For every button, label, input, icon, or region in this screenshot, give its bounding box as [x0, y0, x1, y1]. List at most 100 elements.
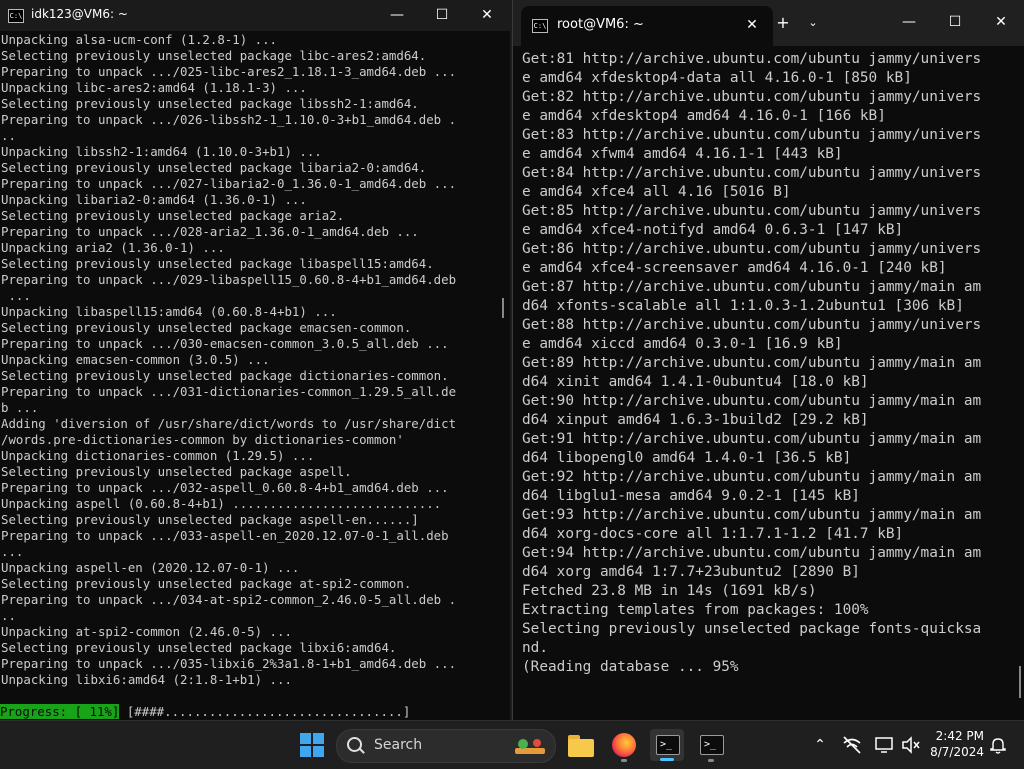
right-terminal-output[interactable]: Get:81 http://archive.ubuntu.com/ubuntu …	[513, 46, 1013, 716]
left-console-window[interactable]: C:\ idk123@VM6: ~ — ☐ ✕ Unpacking alsa-u…	[0, 0, 510, 720]
right-title-bar[interactable]: C:\ root@VM6: ~ ✕ + ⌄ — ☐ ✕	[513, 0, 1024, 46]
terminal-line: Get:88 http://archive.ubuntu.com/ubuntu …	[522, 317, 982, 333]
console-line: Selecting previously unselected package …	[1, 320, 412, 335]
system-clock[interactable]: 2:42 PM 8/7/2024	[928, 728, 984, 760]
terminal-line: Get:84 http://archive.ubuntu.com/ubuntu …	[522, 165, 982, 181]
console-line: Unpacking libaspell15:amd64 (0.60.8-4+b1…	[1, 304, 337, 319]
right-terminal-window[interactable]: C:\ root@VM6: ~ ✕ + ⌄ — ☐ ✕ Get:81 http:…	[512, 0, 1024, 720]
terminal-line: (Reading database ... 95%	[522, 659, 739, 675]
console-line: Unpacking libaria2-0:amd64 (1.36.0-1) ..…	[1, 192, 307, 207]
start-icon[interactable]	[300, 733, 324, 757]
terminal-line: e amd64 xiccd amd64 0.3.0-1 [16.9 kB]	[522, 336, 843, 352]
maximize-button[interactable]: ☐	[932, 2, 978, 42]
terminal-line: e amd64 xfwm4 amd64 4.16.1-1 [443 kB]	[522, 146, 843, 162]
console-line: Unpacking libc-ares2:amd64 (1.18.1-3) ..…	[1, 80, 307, 95]
console-line: Selecting previously unselected package …	[1, 512, 419, 527]
console-line: Preparing to unpack .../033-aspell-en_20…	[1, 528, 449, 543]
terminal-line: Get:90 http://archive.ubuntu.com/ubuntu …	[522, 393, 982, 409]
left-scrollbar[interactable]	[500, 31, 510, 720]
terminal-line: d64 libglu1-mesa amd64 9.0.2-1 [145 kB]	[522, 488, 860, 504]
maximize-button[interactable]: ☐	[419, 0, 465, 31]
start-icon-square	[313, 746, 324, 757]
console-line: b ...	[1, 400, 39, 415]
console-line: Unpacking at-spi2-common (2.46.0-5) ...	[1, 624, 292, 639]
right-scrollbar-thumb[interactable]	[1019, 666, 1021, 698]
console-line: Preparing to unpack .../029-libaspell15_…	[1, 272, 457, 287]
folder-body	[568, 739, 594, 757]
console-line: Selecting previously unselected package …	[1, 96, 419, 111]
minimize-button[interactable]: —	[886, 2, 932, 42]
terminal-line: Get:82 http://archive.ubuntu.com/ubuntu …	[522, 89, 982, 105]
close-button[interactable]: ✕	[978, 2, 1024, 42]
console-line: Selecting previously unselected package …	[1, 160, 427, 175]
file-explorer-icon[interactable]	[564, 729, 598, 761]
progress-bar-text: [####................................]	[119, 704, 411, 719]
left-scrollbar-thumb[interactable]	[502, 298, 504, 318]
terminal-glyph: >_	[656, 735, 680, 755]
left-window-title: idk123@VM6: ~	[31, 7, 128, 21]
terminal-icon[interactable]: >_	[694, 729, 728, 762]
start-icon-square	[300, 746, 311, 757]
terminal-line: Get:81 http://archive.ubuntu.com/ubuntu …	[522, 51, 982, 67]
terminal-line: Get:87 http://archive.ubuntu.com/ubuntu …	[522, 279, 982, 295]
terminal-line: Get:83 http://archive.ubuntu.com/ubuntu …	[522, 127, 982, 143]
display-icon[interactable]	[870, 731, 898, 759]
right-output-lines: Get:81 http://archive.ubuntu.com/ubuntu …	[522, 50, 981, 677]
taskbar: Search >_ >_ ⌃ 2:42 PM 8/7/2024	[0, 720, 1024, 769]
new-tab-button[interactable]: +	[775, 10, 791, 36]
console-line: Preparing to unpack .../031-dictionaries…	[1, 384, 457, 399]
console-line: Preparing to unpack .../027-libaria2-0_1…	[1, 176, 457, 191]
running-indicator	[621, 759, 627, 762]
progress-label: Progress: [ 11%]	[0, 704, 120, 719]
terminal-line: Get:86 http://archive.ubuntu.com/ubuntu …	[522, 241, 982, 257]
console-line: Preparing to unpack .../035-libxi6_2%3a1…	[1, 656, 457, 671]
console-line: Preparing to unpack .../026-libssh2-1_1.…	[1, 112, 457, 127]
console-line: Selecting previously unselected package …	[1, 48, 427, 63]
left-title-bar[interactable]: C:\ idk123@VM6: ~ — ☐ ✕	[0, 0, 510, 31]
console-line: Preparing to unpack .../034-at-spi2-comm…	[1, 592, 457, 607]
terminal-line: Get:94 http://archive.ubuntu.com/ubuntu …	[522, 545, 982, 561]
terminal-line: nd.	[522, 640, 548, 656]
console-line: Selecting previously unselected package …	[1, 640, 397, 655]
search-highlight-icon	[515, 739, 545, 754]
search-placeholder: Search	[374, 737, 423, 753]
console-line: Unpacking emacsen-common (3.0.5) ...	[1, 352, 270, 367]
active-indicator	[660, 758, 674, 761]
terminal-line: d64 libopengl0 amd64 1.4.0-1 [36.5 kB]	[522, 450, 852, 466]
terminal-line: e amd64 xfdesktop4-data all 4.16.0-1 [85…	[522, 70, 912, 86]
left-console-output[interactable]: Unpacking alsa-ucm-conf (1.2.8-1) ... Sel…	[0, 31, 500, 720]
tab-close-icon[interactable]: ✕	[741, 14, 763, 36]
close-button[interactable]: ✕	[464, 0, 510, 31]
taskbar-search-box[interactable]: Search	[336, 729, 556, 763]
chevron-up-icon[interactable]: ⌃	[806, 731, 834, 759]
terminal-line: d64 xorg-docs-core all 1:1.7.1-1.2 [41.7…	[522, 526, 904, 542]
network-off-icon[interactable]	[838, 731, 866, 759]
terminal-line: e amd64 xfce4 all 4.16 [5016 B]	[522, 184, 791, 200]
terminal-line: d64 xinput amd64 1.6.3-1build2 [29.2 kB]	[522, 412, 869, 428]
console-line: Unpacking alsa-ucm-conf (1.2.8-1) ...	[1, 32, 278, 47]
terminal-line: Get:89 http://archive.ubuntu.com/ubuntu …	[522, 355, 982, 371]
terminal-line: Get:93 http://archive.ubuntu.com/ubuntu …	[522, 507, 982, 523]
terminal-icon[interactable]: >_	[650, 729, 684, 761]
progress-line: Progress: [ 11%] [####..................…	[0, 704, 500, 720]
tab-root-vm6[interactable]: C:\ root@VM6: ~ ✕	[521, 6, 773, 46]
terminal-line: d64 xfonts-scalable all 1:1.0.3-1.2ubunt…	[522, 298, 964, 314]
terminal-line: Fetched 23.8 MB in 14s (1691 kB/s)	[522, 583, 817, 599]
terminal-line: Get:85 http://archive.ubuntu.com/ubuntu …	[522, 203, 982, 219]
terminal-line: Get:92 http://archive.ubuntu.com/ubuntu …	[522, 469, 982, 485]
speaker-muted-icon[interactable]	[896, 731, 924, 759]
terminal-line: e amd64 xfce4-notifyd amd64 0.6.3-1 [147…	[522, 222, 904, 238]
chevron-down-icon[interactable]: ⌄	[805, 10, 821, 36]
console-app-icon: C:\	[532, 19, 548, 33]
firefox-icon[interactable]	[607, 729, 641, 762]
console-line: Selecting previously unselected package …	[1, 368, 449, 383]
minimize-button[interactable]: —	[374, 0, 420, 31]
console-line: Adding 'diversion of /usr/share/dict/wor…	[1, 416, 457, 431]
terminal-line: e amd64 xfce4-screensaver amd64 4.16.0-1…	[522, 260, 947, 276]
console-line: ...	[1, 544, 24, 559]
console-line: Preparing to unpack .../030-emacsen-comm…	[1, 336, 449, 351]
terminal-line: e amd64 xfdesktop4 amd64 4.16.0-1 [166 k…	[522, 108, 886, 124]
console-line: Preparing to unpack .../028-aria2_1.36.0…	[1, 224, 419, 239]
tab-title: root@VM6: ~	[557, 17, 644, 32]
bell-icon[interactable]	[984, 731, 1012, 759]
